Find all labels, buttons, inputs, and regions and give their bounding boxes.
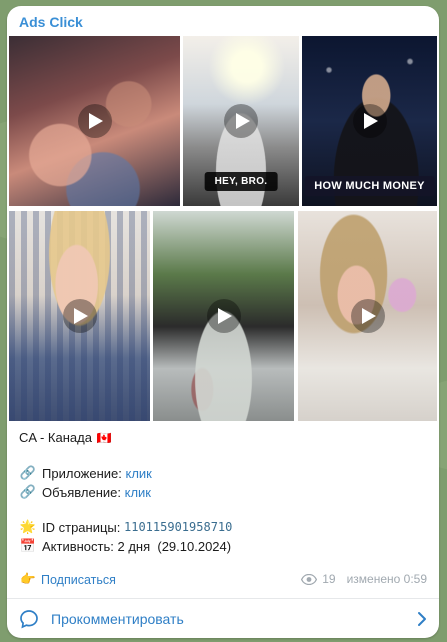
play-icon[interactable] — [206, 299, 241, 333]
page-id-value[interactable]: 110115901958710 — [124, 520, 232, 534]
media-video-4[interactable] — [9, 211, 150, 421]
comment-label: Прокомментировать — [51, 610, 184, 627]
subscribe-label: Подписаться — [41, 572, 116, 587]
media-video-6[interactable] — [298, 211, 437, 421]
activity-line: 📅 Активность: 2 дня (29.10.2024) — [19, 538, 231, 554]
link-icon: 🔗 — [19, 465, 37, 480]
page-id-line: 🌟 ID страницы: 110115901958710 — [19, 519, 232, 535]
message-footer: 👉 Подписаться 19 изменено 0:59 — [7, 572, 439, 594]
app-line: 🔗 Приложение: клик — [19, 465, 152, 481]
geo-line: CA - Канада 🇨🇦 — [19, 430, 112, 445]
comment-button[interactable]: Прокомментировать — [7, 599, 439, 638]
page-id-label: ID страницы: — [42, 519, 121, 535]
link-icon: 🔗 — [19, 484, 37, 499]
comment-bubble-icon — [20, 609, 38, 628]
play-icon[interactable] — [224, 104, 258, 138]
ad-label: Объявление: — [42, 484, 121, 500]
play-icon[interactable] — [350, 299, 385, 333]
view-count: 19 — [322, 572, 336, 586]
geo-text: CA - Канада — [19, 430, 92, 445]
app-link[interactable]: клик — [126, 466, 152, 481]
activity-value: 2 дня (29.10.2024) — [117, 538, 232, 554]
play-icon[interactable] — [352, 104, 387, 138]
canada-flag-icon: 🇨🇦 — [96, 430, 112, 445]
media-video-5[interactable] — [153, 211, 294, 421]
app-label: Приложение: — [42, 465, 122, 481]
media-video-2[interactable]: HEY, BRO. — [183, 36, 299, 206]
ad-link[interactable]: клик — [125, 485, 151, 500]
message-meta: 19 изменено 0:59 — [301, 572, 427, 586]
edited-timestamp: изменено 0:59 — [346, 572, 427, 586]
play-icon[interactable] — [77, 104, 112, 138]
eye-icon — [301, 573, 318, 585]
ad-line: 🔗 Объявление: клик — [19, 484, 151, 500]
star-icon: 🌟 — [19, 519, 37, 534]
chevron-right-icon — [418, 611, 426, 626]
media-video-3[interactable]: HOW MUCH MONEY — [302, 36, 437, 206]
activity-label: Активность: — [42, 538, 114, 554]
video-caption: HOW MUCH MONEY — [304, 176, 435, 196]
calendar-icon: 📅 — [19, 538, 37, 553]
channel-name[interactable]: Ads Click — [19, 14, 83, 30]
video-caption: HEY, BRO. — [204, 172, 278, 191]
message-bubble: Ads Click HEY, BRO. HOW MUCH MONEY CA - … — [7, 6, 439, 638]
play-icon[interactable] — [62, 299, 97, 333]
pointing-hand-icon: 👉 — [20, 572, 36, 586]
media-video-1[interactable] — [9, 36, 180, 206]
subscribe-link[interactable]: 👉 Подписаться — [19, 572, 116, 587]
